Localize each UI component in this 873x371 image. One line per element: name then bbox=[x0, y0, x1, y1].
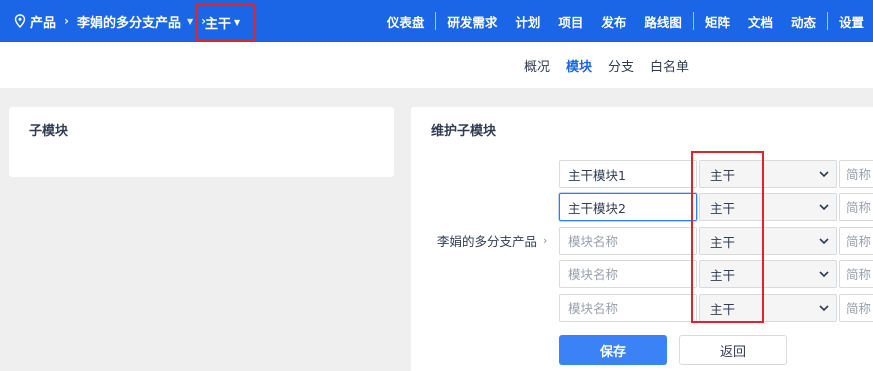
breadcrumb-product-label: 产品 bbox=[30, 15, 57, 31]
module-row: 主干 bbox=[559, 227, 873, 255]
chevron-down-icon bbox=[819, 271, 829, 278]
breadcrumb-product-name[interactable]: 李娟的多分支产品 ▼ bbox=[77, 12, 193, 31]
nav-docs[interactable]: 文档 bbox=[739, 12, 782, 31]
module-name-input[interactable] bbox=[559, 294, 697, 322]
nav-matrix[interactable]: 矩阵 bbox=[696, 12, 739, 31]
nav-activity[interactable]: 动态 bbox=[782, 12, 825, 31]
module-abbr-input[interactable] bbox=[839, 260, 873, 288]
maintain-panel-title: 维护子模块 bbox=[431, 124, 497, 139]
module-name-input[interactable] bbox=[559, 193, 697, 221]
breadcrumb-product[interactable]: 产品 bbox=[14, 12, 56, 31]
nav-divider bbox=[435, 12, 437, 30]
module-abbr-input[interactable] bbox=[839, 193, 873, 221]
branch-select-value: 主干 bbox=[710, 200, 736, 216]
top-header: 产品 › 李娟的多分支产品 ▼ › 主干 ▼ 仪表盘 研发需求 计划 项目 发布… bbox=[0, 0, 873, 42]
nav-divider bbox=[826, 12, 828, 30]
maintain-submodule-panel: 维护子模块 李娟的多分支产品 › 主干 主干 主干 主干 bbox=[411, 107, 873, 371]
tab-overview[interactable]: 概况 bbox=[524, 56, 550, 75]
chevron-down-icon bbox=[819, 305, 829, 312]
submodule-panel-title: 子模块 bbox=[29, 124, 69, 139]
breadcrumb: 产品 › 李娟的多分支产品 ▼ › bbox=[0, 0, 214, 42]
branch-select[interactable]: 主干 bbox=[699, 294, 837, 322]
breadcrumb-branch[interactable]: 主干 ▼ bbox=[196, 4, 255, 41]
nav-release[interactable]: 发布 bbox=[592, 12, 635, 31]
tab-module[interactable]: 模块 bbox=[566, 56, 592, 75]
module-row: 主干 bbox=[559, 294, 873, 322]
tab-whitelist[interactable]: 白名单 bbox=[650, 56, 689, 75]
chevron-right-icon: › bbox=[543, 234, 548, 247]
caret-down-icon: ▼ bbox=[186, 16, 194, 26]
chevron-down-icon bbox=[819, 204, 829, 211]
sub-nav: 概况 模块 分支 白名单 bbox=[0, 42, 873, 88]
module-row: 主干 bbox=[559, 160, 873, 188]
branch-select-value: 主干 bbox=[710, 167, 736, 183]
product-name-text: 李娟的多分支产品 bbox=[76, 15, 181, 31]
nav-settings[interactable]: 设置 bbox=[830, 12, 873, 31]
module-row: 主干 bbox=[559, 260, 873, 288]
module-name-input[interactable] bbox=[559, 227, 697, 255]
branch-select[interactable]: 主干 bbox=[699, 160, 837, 188]
chevron-down-icon bbox=[819, 238, 829, 245]
back-button[interactable]: 返回 bbox=[679, 335, 787, 365]
branch-select-value: 主干 bbox=[710, 301, 736, 317]
nav-divider bbox=[692, 12, 694, 30]
branch-select[interactable]: 主干 bbox=[699, 260, 837, 288]
module-abbr-input[interactable] bbox=[839, 294, 873, 322]
submodule-panel: 子模块 bbox=[9, 107, 394, 177]
tab-branch[interactable]: 分支 bbox=[608, 56, 634, 75]
save-button[interactable]: 保存 bbox=[559, 335, 667, 365]
product-label: 李娟的多分支产品 › bbox=[437, 231, 547, 250]
nav-roadmap[interactable]: 路线图 bbox=[635, 12, 691, 31]
module-abbr-input[interactable] bbox=[839, 227, 873, 255]
module-row: 主干 bbox=[559, 193, 873, 221]
nav-plan[interactable]: 计划 bbox=[506, 12, 549, 31]
tab-bar: 概况 模块 分支 白名单 bbox=[516, 42, 697, 88]
module-name-input[interactable] bbox=[559, 160, 697, 188]
branch-select[interactable]: 主干 bbox=[699, 193, 837, 221]
branch-text: 主干 bbox=[205, 17, 232, 32]
main-nav: 仪表盘 研发需求 计划 项目 发布 路线图 矩阵 文档 动态 设置 bbox=[378, 0, 873, 42]
chevron-right-icon: › bbox=[64, 14, 69, 28]
branch-select-value: 主干 bbox=[710, 267, 736, 283]
nav-requirements[interactable]: 研发需求 bbox=[438, 12, 506, 31]
branch-select[interactable]: 主干 bbox=[699, 227, 837, 255]
module-name-input[interactable] bbox=[559, 260, 697, 288]
chevron-down-icon bbox=[819, 171, 829, 178]
nav-dashboard[interactable]: 仪表盘 bbox=[378, 12, 434, 31]
product-label-text: 李娟的多分支产品 bbox=[437, 234, 538, 249]
location-pin-icon bbox=[14, 14, 26, 28]
caret-down-icon: ▼ bbox=[234, 18, 241, 27]
nav-project[interactable]: 项目 bbox=[549, 12, 592, 31]
branch-select-value: 主干 bbox=[710, 234, 736, 250]
module-abbr-input[interactable] bbox=[839, 160, 873, 188]
